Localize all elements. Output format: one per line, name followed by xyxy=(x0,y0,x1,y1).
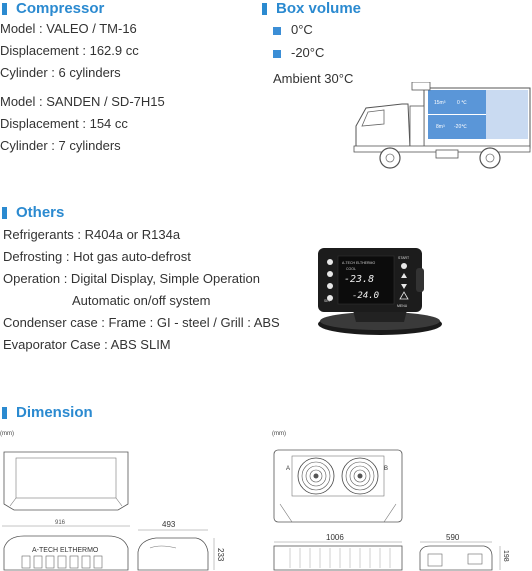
fan-a-icon xyxy=(297,457,335,495)
dimension-drawing-right: A B 1006 590 198 xyxy=(273,449,509,571)
heading-marker xyxy=(2,206,7,219)
truck-illustration: 15m³ 0 ℃ 8m³ -20℃ xyxy=(353,82,531,169)
controller-side-knob xyxy=(416,268,424,292)
truck-battery-box xyxy=(435,149,459,159)
heading-marker xyxy=(262,2,267,15)
controller-temp-2: -24.0 xyxy=(352,291,379,301)
truck-label-r1-left: 15m³ xyxy=(434,100,446,106)
compressor-model-1: Model : VALEO / TM-16 xyxy=(0,21,137,36)
bullet-square-icon xyxy=(273,26,281,35)
right-depth-value: 590 xyxy=(446,533,460,542)
truck-label-r2-left: 8m³ xyxy=(436,124,445,130)
dimension-drawing-left: 916 A-TECH ELTHERMO 493 233 xyxy=(2,451,225,571)
truck-reefer-unit xyxy=(411,82,431,91)
box-volume-item: 0°C xyxy=(273,22,313,37)
digital-controller-illustration: SET A-TECH ELTHERMO COOL -23.8 -24.0 STA… xyxy=(318,248,442,335)
box-volume-heading: Box volume xyxy=(262,0,361,17)
right-side-view-vent xyxy=(427,553,443,567)
right-front-view xyxy=(273,545,403,571)
heading-marker xyxy=(2,406,7,419)
controller-button xyxy=(327,259,333,265)
controller-temp-1: -23.8 xyxy=(344,274,374,285)
others-heading-text: Others xyxy=(16,204,65,221)
box-volume-item-label: 0°C xyxy=(291,22,313,37)
dimension-unit-left: (mm) xyxy=(0,431,14,437)
ambient-temperature: Ambient 30°C xyxy=(273,71,354,86)
others-heading: Others xyxy=(2,204,64,221)
truck-label-r2-right: -20℃ xyxy=(454,124,467,130)
box-volume-item: -20°C xyxy=(273,45,324,60)
compressor-cylinder-1: Cylinder : 6 cylinders xyxy=(0,65,121,80)
truck-cab-back xyxy=(409,105,425,149)
others-operation: Operation : Digital Display, Simple Oper… xyxy=(3,271,260,286)
controller-brand: A-TECH ELTHERMO xyxy=(342,261,375,265)
dimension-heading: Dimension xyxy=(2,404,93,421)
compressor-model-2: Model : SANDEN / SD-7H15 xyxy=(0,94,165,109)
compressor-heading: Compressor xyxy=(2,0,104,17)
fan-b-icon xyxy=(341,457,379,495)
right-label-a: A xyxy=(286,466,290,472)
truck-front-hub xyxy=(385,153,395,163)
others-refrigerants: Refrigerants : R404a or R134a xyxy=(3,227,181,242)
controller-button xyxy=(327,283,333,289)
right-width-value: 1006 xyxy=(326,533,344,542)
left-height-value: 233 xyxy=(216,548,225,562)
right-side-view-port xyxy=(467,553,483,565)
left-top-view-panel xyxy=(15,457,117,499)
controller-start-label: START xyxy=(398,256,410,260)
controller-menu-label: MENU xyxy=(397,304,408,308)
left-width-value: 916 xyxy=(55,520,66,526)
left-front-view-vents xyxy=(21,555,103,569)
controller-set-label: SET xyxy=(324,299,332,303)
right-label-b: B xyxy=(384,466,388,472)
truck-volume-zone-rear xyxy=(486,90,528,139)
heading-marker xyxy=(2,2,7,15)
right-height-value: 198 xyxy=(502,550,509,562)
others-defrosting: Defrosting : Hot gas auto-defrost xyxy=(3,249,191,264)
others-condenser-case: Condenser case : Frame : GI - steel / Gr… xyxy=(3,315,280,330)
box-volume-heading-text: Box volume xyxy=(276,0,362,17)
dimension-heading-text: Dimension xyxy=(16,404,93,421)
left-side-view xyxy=(137,537,209,571)
compressor-heading-text: Compressor xyxy=(16,0,105,17)
compressor-displacement-1: Displacement : 162.9 cc xyxy=(0,43,139,58)
others-operation-continued: Automatic on/off system xyxy=(72,293,211,308)
box-volume-item-label: -20°C xyxy=(291,45,325,60)
controller-button xyxy=(327,271,333,277)
truck-rear-hub xyxy=(485,153,495,163)
left-front-view-brand: A-TECH ELTHERMO xyxy=(32,547,99,554)
controller-mode: COOL xyxy=(346,267,356,271)
left-depth-value: 493 xyxy=(162,520,176,529)
dimension-unit-right: (mm) xyxy=(272,431,286,437)
compressor-displacement-2: Displacement : 154 cc xyxy=(0,116,128,131)
others-evaporator-case: Evaporator Case : ABS SLIM xyxy=(3,337,171,352)
truck-label-r1-right: 0 ℃ xyxy=(457,100,467,106)
bullet-square-icon xyxy=(273,49,281,58)
controller-start-button xyxy=(401,263,407,269)
compressor-cylinder-2: Cylinder : 7 cylinders xyxy=(0,138,121,153)
